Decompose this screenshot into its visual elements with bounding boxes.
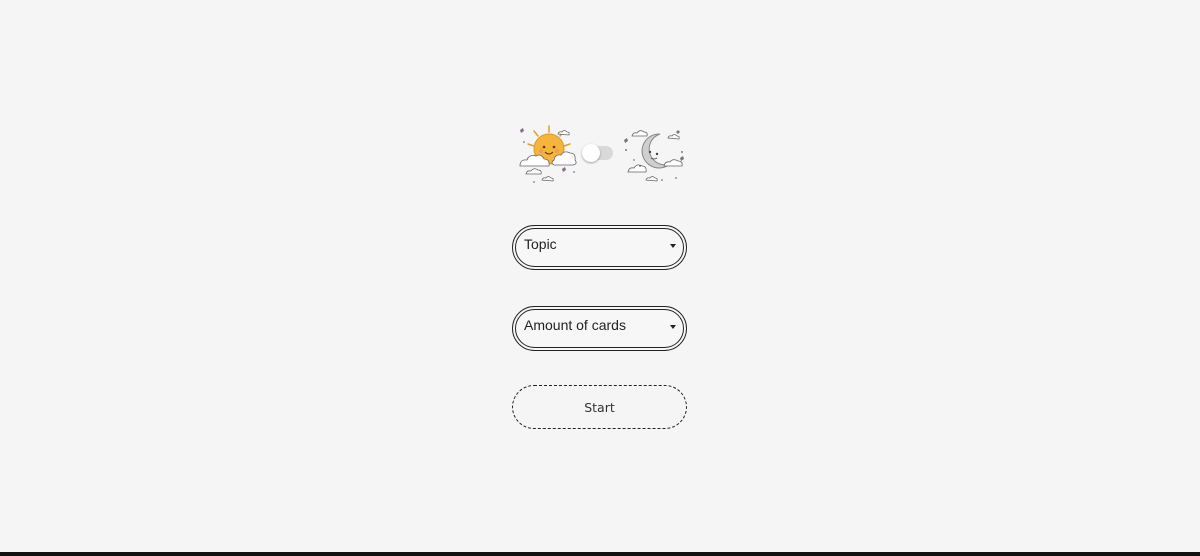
sun-in-clouds-icon	[519, 125, 577, 183]
theme-toggle-switch[interactable]	[582, 144, 613, 162]
start-button[interactable]: Start	[512, 385, 687, 429]
amount-select-label: Amount of cards	[524, 317, 626, 333]
topic-select-label: Topic	[524, 236, 557, 252]
theme-switcher	[510, 122, 690, 188]
toggle-knob[interactable]	[582, 144, 600, 162]
topic-select[interactable]: Topic	[512, 225, 687, 270]
moon-in-clouds-icon	[624, 130, 684, 182]
bottom-edge-bar	[0, 552, 1200, 556]
amount-of-cards-select[interactable]: Amount of cards	[512, 306, 687, 351]
chevron-down-icon	[670, 244, 676, 248]
chevron-down-icon	[670, 325, 676, 329]
